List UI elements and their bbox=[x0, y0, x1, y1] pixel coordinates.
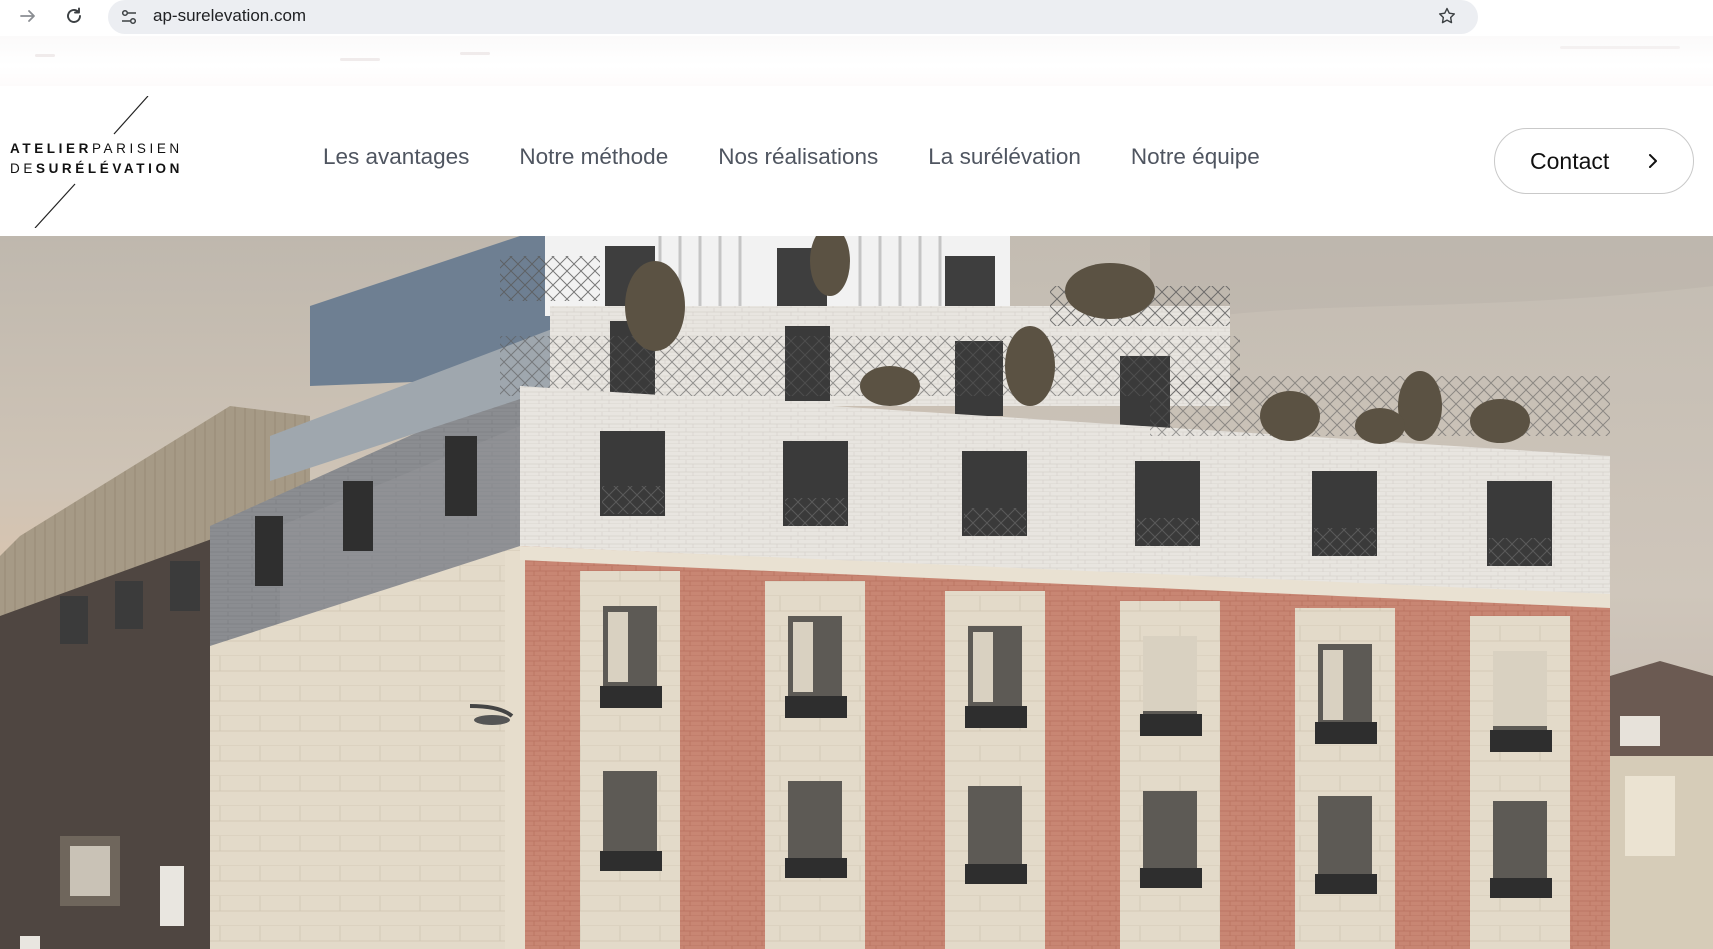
address-bar[interactable]: ap-surelevation.com bbox=[108, 0, 1478, 34]
arrow-forward-icon[interactable] bbox=[14, 2, 42, 30]
logo-line-1: ATELIERPARISIEN bbox=[10, 141, 183, 156]
nav-item-nos-realisations[interactable]: Nos réalisations bbox=[718, 144, 878, 180]
main-nav: Les avantages Notre méthode Nos réalisat… bbox=[323, 144, 1260, 180]
url-text[interactable]: ap-surelevation.com bbox=[153, 6, 306, 26]
contact-button[interactable]: Contact bbox=[1494, 128, 1694, 194]
site-logo[interactable]: ATELIERPARISIEN DESURÉLÉVATION bbox=[8, 96, 179, 228]
nav-item-notre-equipe[interactable]: Notre équipe bbox=[1131, 144, 1260, 180]
nav-item-les-avantages[interactable]: Les avantages bbox=[323, 144, 469, 180]
nav-item-la-surelevation[interactable]: La surélévation bbox=[928, 144, 1081, 180]
logo-line-2: DESURÉLÉVATION bbox=[10, 161, 183, 176]
header-transition bbox=[0, 36, 1713, 86]
building-illustration bbox=[0, 236, 1713, 949]
site-settings-icon[interactable] bbox=[116, 4, 142, 30]
site-header: ATELIERPARISIEN DESURÉLÉVATION Les avant… bbox=[0, 86, 1713, 236]
hero-image bbox=[0, 236, 1713, 949]
contact-button-label: Contact bbox=[1530, 147, 1610, 174]
chevron-right-icon bbox=[1649, 154, 1657, 168]
reload-icon[interactable] bbox=[60, 2, 88, 30]
browser-toolbar: ap-surelevation.com bbox=[0, 0, 1713, 36]
star-icon[interactable] bbox=[1434, 3, 1460, 29]
nav-item-notre-methode[interactable]: Notre méthode bbox=[519, 144, 668, 180]
